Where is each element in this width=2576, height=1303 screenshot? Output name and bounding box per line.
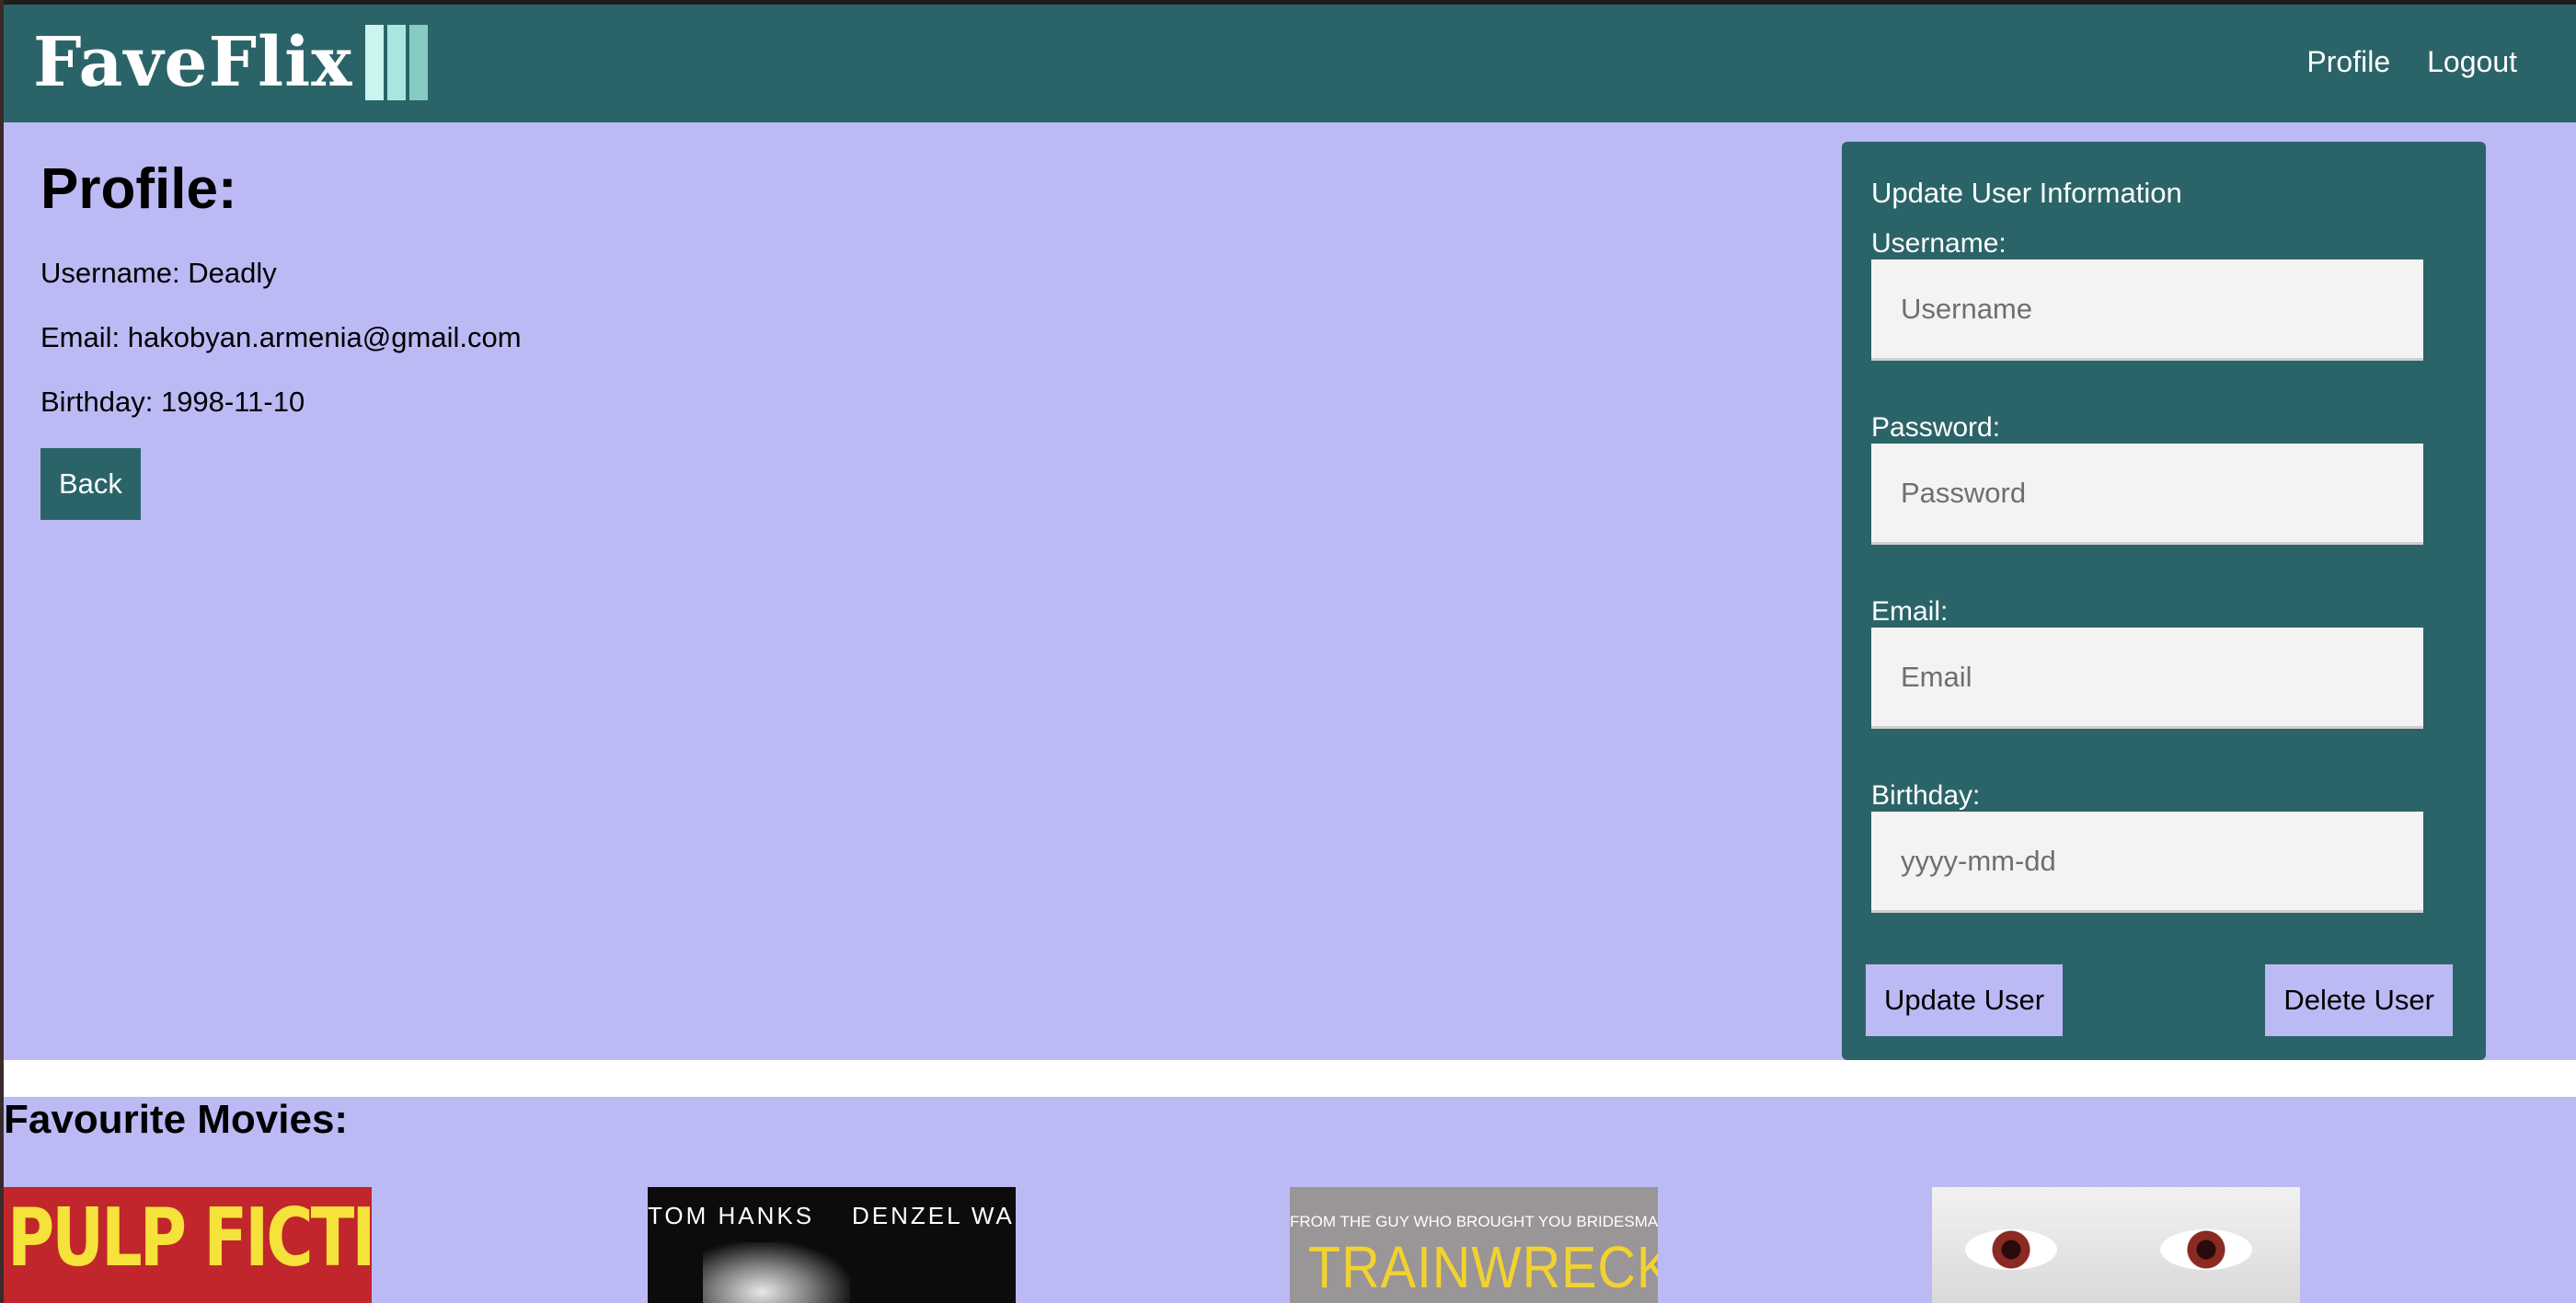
birthday-input[interactable]	[1871, 812, 2423, 913]
password-label: Password:	[1871, 412, 2001, 443]
profile-info: Profile: Username: Deadly Email: hakobya…	[40, 156, 522, 520]
nav-link-logout[interactable]: Logout	[2427, 45, 2517, 79]
brand-bars-icon	[365, 25, 431, 100]
nav-links: Profile Logout	[2270, 45, 2517, 79]
birthday-text: Birthday: 1998-11-10	[40, 386, 305, 418]
section-divider	[4, 1060, 2576, 1097]
poster-face-shape	[703, 1242, 850, 1303]
birthday-label: Birthday:	[1871, 780, 1981, 811]
email-label: Email:	[1871, 596, 1949, 627]
brand-logo[interactable]: FaveFlix	[33, 21, 431, 104]
page-title: Profile:	[40, 157, 237, 221]
form-title: Update User Information	[1871, 177, 2182, 209]
nav-link-profile[interactable]: Profile	[2306, 45, 2390, 79]
movie-poster-trainwreck[interactable]: FROM THE GUY WHO BROUGHT YOU BRIDESMAIDS…	[1290, 1187, 1658, 1303]
back-button[interactable]: Back	[40, 448, 141, 520]
username-text: Username: Deadly	[40, 257, 277, 289]
poster-eye-right	[2160, 1229, 2252, 1270]
username-input[interactable]	[1871, 259, 2423, 361]
poster-title: PULP FICTION	[7, 1190, 372, 1286]
favourite-movies-row: PULP FICTION TOM HANKS DENZEL WASHINGTON…	[4, 1187, 2576, 1303]
movie-poster-eyes[interactable]	[1932, 1187, 2300, 1303]
navbar: FaveFlix Profile Logout	[4, 5, 2576, 122]
password-input[interactable]	[1871, 444, 2423, 545]
update-user-form: Update User Information Username: Passwo…	[1842, 142, 2486, 1060]
email-input[interactable]	[1871, 628, 2423, 729]
poster-title: TRAINWRECK	[1308, 1234, 1658, 1300]
movie-poster-philadelphia[interactable]: TOM HANKS DENZEL WASHINGTON	[648, 1187, 1016, 1303]
form-actions: Update User Delete User	[1866, 964, 2453, 1036]
poster-tagline: FROM THE GUY WHO BROUGHT YOU BRIDESMAIDS	[1290, 1213, 1658, 1230]
update-user-button[interactable]: Update User	[1866, 964, 2064, 1036]
poster-credits: TOM HANKS DENZEL WASHINGTON	[648, 1202, 1016, 1229]
brand-name: FaveFlix	[33, 23, 353, 102]
favourites-title: Favourite Movies:	[4, 1097, 349, 1142]
movie-poster-pulp-fiction[interactable]: PULP FICTION	[4, 1187, 372, 1303]
delete-user-button[interactable]: Delete User	[2265, 964, 2453, 1036]
email-text: Email: hakobyan.armenia@gmail.com	[40, 321, 522, 353]
poster-eye-left	[1965, 1229, 2057, 1270]
username-label: Username:	[1871, 228, 2007, 259]
